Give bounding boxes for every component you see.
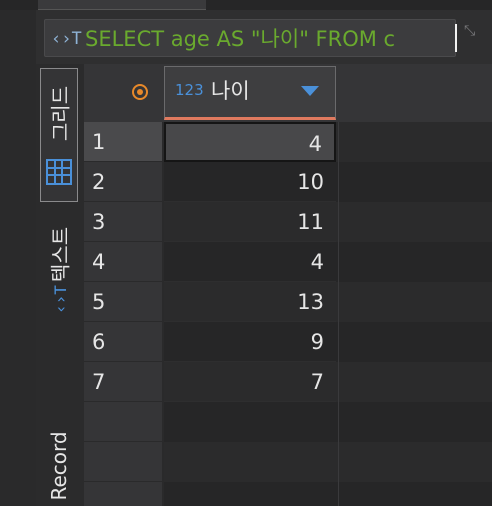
numeric-type-icon: 123 bbox=[175, 81, 204, 99]
age-cell[interactable]: 7 bbox=[164, 362, 336, 402]
row-number[interactable]: 3 bbox=[84, 202, 162, 242]
top-tab-strip bbox=[0, 0, 492, 10]
select-all-icon[interactable] bbox=[132, 84, 148, 100]
table-row[interactable] bbox=[162, 402, 492, 442]
age-cell[interactable]: 13 bbox=[164, 282, 336, 322]
sql-filter-icon: ‹›T bbox=[51, 29, 82, 49]
sort-dropdown-icon[interactable] bbox=[301, 86, 319, 96]
row-number[interactable]: 2 bbox=[84, 162, 162, 202]
grid-icon bbox=[46, 159, 72, 185]
filter-query-text: SELECT age AS "나이" FROM c bbox=[85, 27, 396, 51]
row-number[interactable] bbox=[84, 482, 162, 506]
result-grid: 123 나이 1 4 2 10 3 11 4 4 5 13 6 9 7 7 bbox=[84, 64, 492, 506]
age-cell[interactable]: 4 bbox=[164, 122, 336, 162]
age-cell[interactable]: 9 bbox=[164, 322, 336, 362]
row-number[interactable]: 7 bbox=[84, 362, 162, 402]
age-cell[interactable]: 10 bbox=[164, 162, 336, 202]
row-number[interactable] bbox=[84, 442, 162, 482]
row-header-divider bbox=[162, 122, 164, 506]
filter-bar: ‹›T SELECT age AS "나이" FROM c ⤡ bbox=[36, 10, 492, 64]
text-view-button[interactable]: 텍스트 ‹›T bbox=[40, 208, 78, 326]
text-caret bbox=[455, 24, 457, 52]
table-row[interactable] bbox=[162, 482, 492, 506]
table-row[interactable] bbox=[162, 442, 492, 482]
row-number[interactable]: 1 bbox=[84, 122, 162, 162]
grid-view-button[interactable]: 그리드 bbox=[40, 68, 78, 202]
age-cell[interactable]: 4 bbox=[164, 242, 336, 282]
column-header-age[interactable]: 123 나이 bbox=[164, 66, 336, 120]
column-divider bbox=[338, 122, 339, 506]
row-number[interactable]: 6 bbox=[84, 322, 162, 362]
grid-corner[interactable] bbox=[84, 64, 162, 122]
age-cell[interactable]: 11 bbox=[164, 202, 336, 242]
row-number[interactable]: 5 bbox=[84, 282, 162, 322]
view-mode-panel: 그리드 텍스트 ‹›T Record bbox=[36, 64, 84, 506]
grid-view-label: 그리드 bbox=[48, 85, 73, 142]
row-number[interactable] bbox=[84, 402, 162, 442]
filter-input[interactable]: ‹›T SELECT age AS "나이" FROM c bbox=[44, 19, 457, 57]
text-view-label: 텍스트 bbox=[48, 226, 73, 283]
record-view-label: Record bbox=[47, 431, 71, 501]
row-number[interactable]: 4 bbox=[84, 242, 162, 282]
text-view-icon: ‹›T bbox=[50, 285, 70, 314]
expand-icon[interactable]: ⤡ bbox=[464, 24, 490, 52]
record-view-button[interactable]: Record bbox=[40, 414, 78, 506]
column-name: 나이 bbox=[211, 79, 250, 103]
results-tab[interactable] bbox=[38, 0, 206, 10]
